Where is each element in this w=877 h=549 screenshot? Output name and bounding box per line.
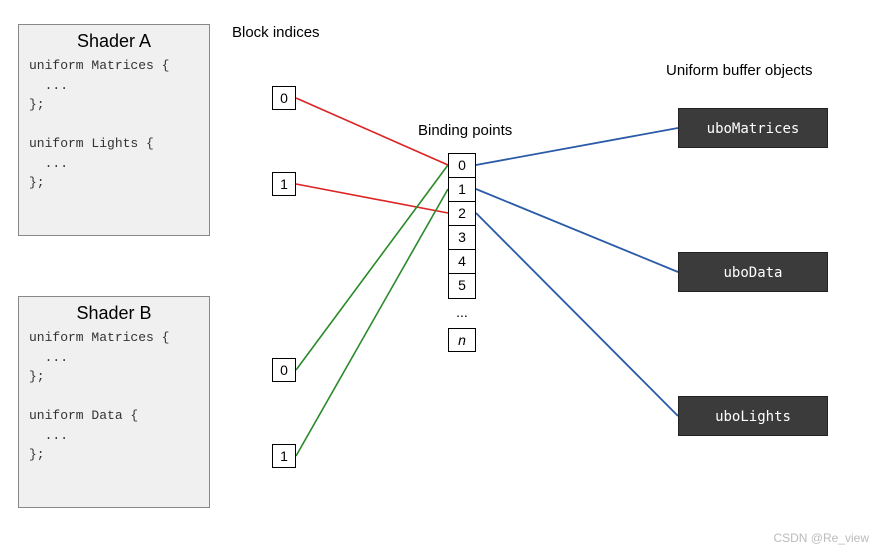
bind-pt-0: 0 — [449, 154, 475, 178]
block-idx-b0: 0 — [272, 358, 296, 382]
block-idx-b1: 1 — [272, 444, 296, 468]
ubo-data: uboData — [678, 252, 828, 292]
bind-pt-3: 3 — [449, 226, 475, 250]
bind-pt-dots: ... — [448, 304, 476, 320]
shader-a-box: Shader A uniform Matrices { ... }; unifo… — [18, 24, 210, 236]
shader-b-box: Shader B uniform Matrices { ... }; unifo… — [18, 296, 210, 508]
bind-pt-2: 2 — [449, 202, 475, 226]
bind-pt-1: 1 — [449, 178, 475, 202]
shader-b-code: uniform Matrices { ... }; uniform Data {… — [19, 328, 209, 475]
ubo-matrices: uboMatrices — [678, 108, 828, 148]
shader-b-title: Shader B — [19, 297, 209, 328]
ubo-lights: uboLights — [678, 396, 828, 436]
block-indices-label: Block indices — [232, 24, 320, 41]
binding-points-column: 0 1 2 3 4 5 — [448, 153, 476, 299]
shader-a-title: Shader A — [19, 25, 209, 56]
shader-a-code: uniform Matrices { ... }; uniform Lights… — [19, 56, 209, 203]
watermark: CSDN @Re_view — [773, 531, 869, 545]
binding-points-label: Binding points — [418, 122, 512, 139]
bind-pt-4: 4 — [449, 250, 475, 274]
block-idx-a0: 0 — [272, 86, 296, 110]
block-idx-a1: 1 — [272, 172, 296, 196]
bind-pt-n: n — [448, 328, 476, 352]
ubo-label: Uniform buffer objects — [666, 62, 812, 79]
bind-pt-5: 5 — [449, 274, 475, 298]
